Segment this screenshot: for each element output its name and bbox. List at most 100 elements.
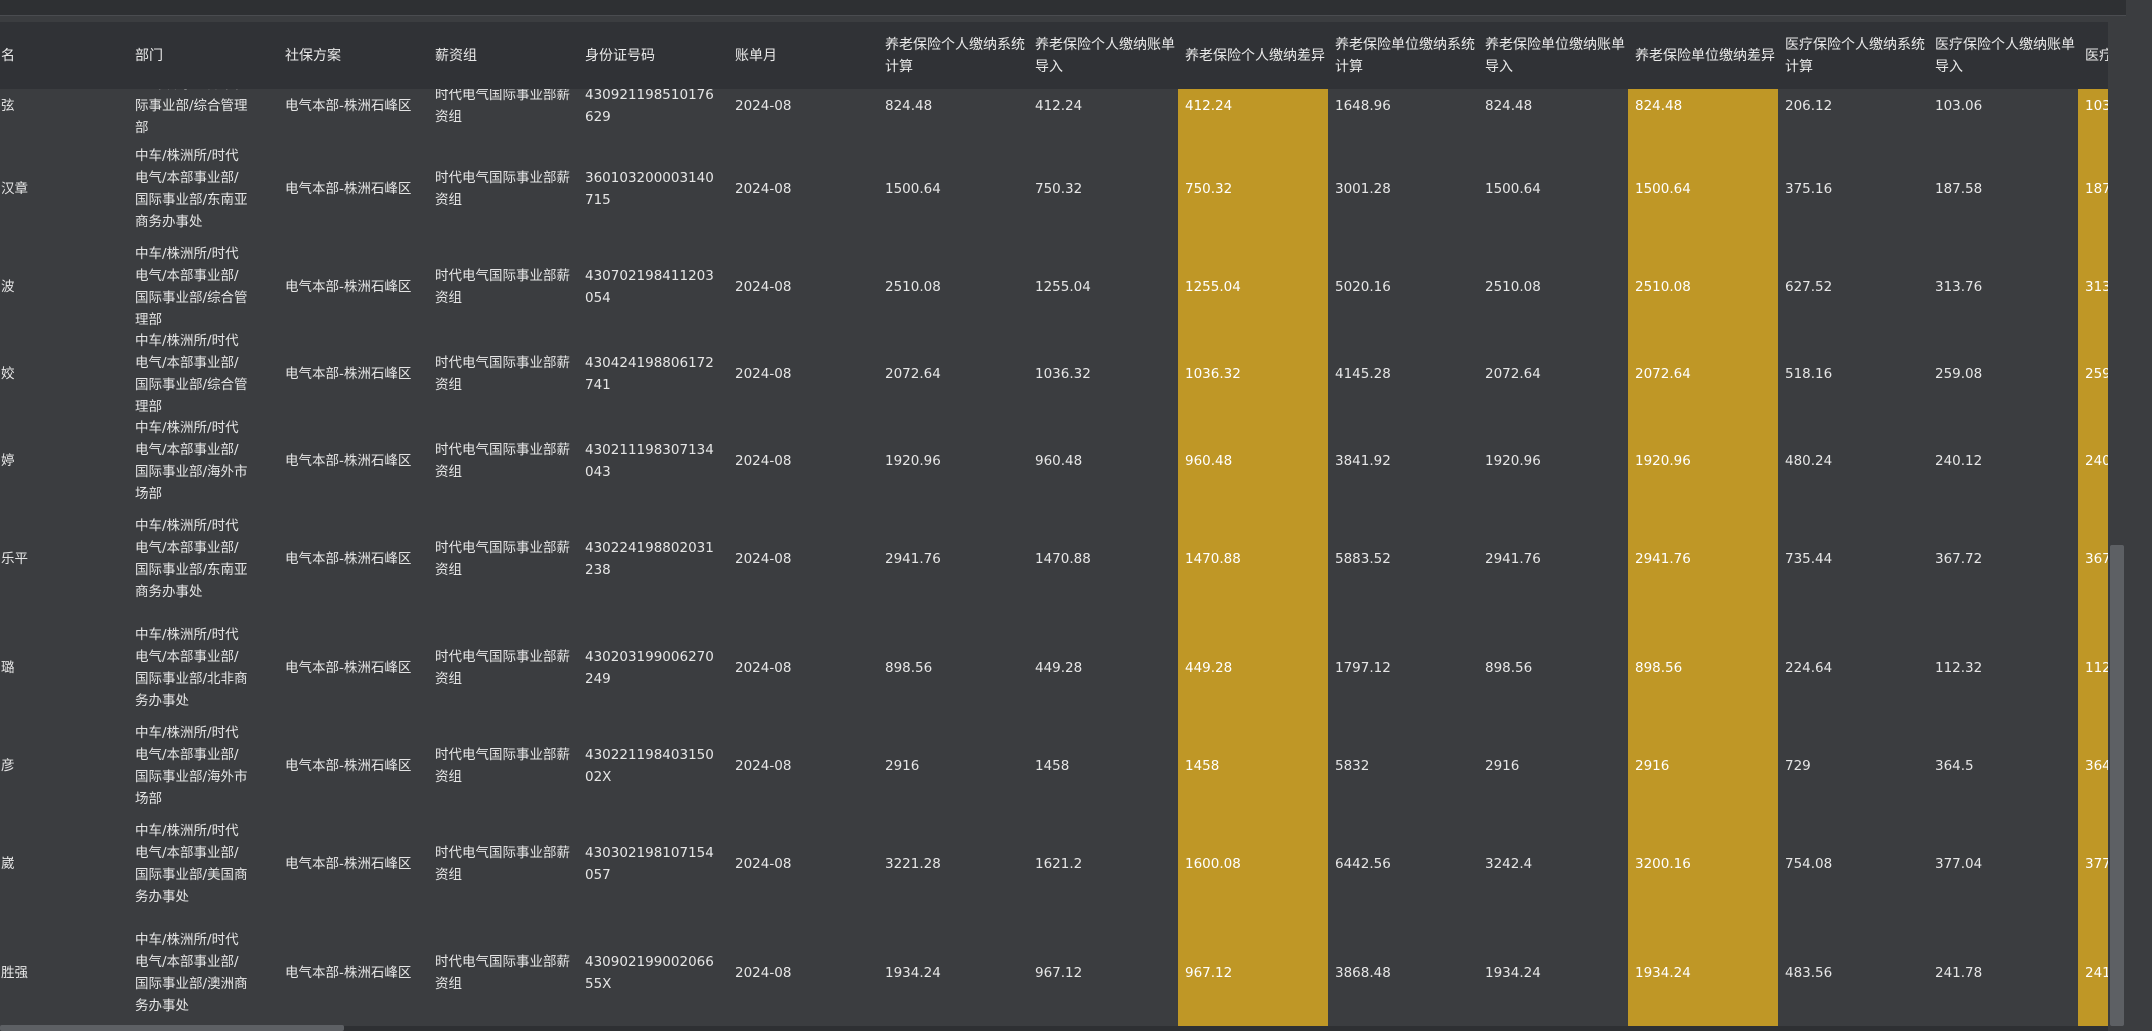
table-row[interactable]: 婷 中车/株洲所/时代电气/本部事业部/国际事业部/海外市场部 电气本部-株洲石峰区… xyxy=(0,417,2108,505)
header-social-scheme[interactable]: 社保方案 xyxy=(278,22,428,89)
cell-medical-personal-system-text: 729 xyxy=(1785,757,1811,774)
cell-department-text: 中车/株洲所/时代电气/本部事业部/国际事业部/澳洲商务办事处 xyxy=(135,931,248,1014)
cell-salary-group-text: 时代电气国际事业部薪资组 xyxy=(435,267,570,306)
cell-name: 乐平 xyxy=(0,504,128,613)
header-pension-personal-diff[interactable]: 养老保险个人缴纳差异 xyxy=(1178,22,1328,89)
cell-pension-unit-diff-text: 2916 xyxy=(1635,757,1670,774)
header-pension-personal-system[interactable]: 养老保险个人缴纳系统计算 xyxy=(878,22,1028,89)
cell-pension-personal-diff-text: 960.48 xyxy=(1185,452,1233,469)
cell-name-text: 胜强 xyxy=(1,964,28,981)
horizontal-scrollbar-thumb[interactable] xyxy=(0,1025,344,1031)
cell-salary-group-text: 时代电气国际事业部薪资组 xyxy=(435,746,570,785)
cell-medical-personal-system-text: 483.56 xyxy=(1785,964,1833,981)
cell-pension-personal-system-text: 2941.76 xyxy=(885,550,941,567)
cell-pension-unit-system-text: 5020.16 xyxy=(1335,278,1391,295)
cell-medical-personal-import: 313.76 xyxy=(1928,243,2078,330)
table-body[interactable]: 弦气/本部事业部/国际事业部/综合管理部电气本部-株洲石峰区时代电气国际事业部薪… xyxy=(0,89,2108,1026)
cell-medical-personal-system-text: 375.16 xyxy=(1785,180,1833,197)
cell-pension-personal-diff-text: 1600.08 xyxy=(1185,855,1241,872)
cell-pension-unit-diff: 1920.96 xyxy=(1628,417,1778,504)
cell-medical-personal-diff-text: 112.32 xyxy=(2085,659,2108,676)
cell-medical-personal-system-text: 627.52 xyxy=(1785,278,1833,295)
cell-social-scheme: 电气本部-株洲石峰区 xyxy=(278,330,428,417)
cell-social-scheme-text: 电气本部-株洲石峰区 xyxy=(285,180,412,197)
cell-department: 气/本部事业部/国际事业部/综合管理部 xyxy=(128,89,278,134)
table-row[interactable]: 崴 中车/株洲所/时代电气/本部事业部/国际事业部/美国商务办事处 电气本部-株洲石… xyxy=(0,809,2108,919)
cell-pension-unit-diff: 2941.76 xyxy=(1628,504,1778,613)
cell-pension-unit-system: 3868.48 xyxy=(1328,918,1478,1026)
cell-name-text: 姣 xyxy=(1,365,15,382)
cell-medical-personal-system: 375.16 xyxy=(1778,134,1928,243)
header-pension-unit-import[interactable]: 养老保险单位缴纳账单导入 xyxy=(1478,22,1628,89)
cell-pension-personal-import: 750.32 xyxy=(1028,134,1178,243)
cell-pension-unit-system-text: 1797.12 xyxy=(1335,659,1391,676)
table-row[interactable]: 弦 气/本部事业部/国际事业部/综合管理部 电气本部-株洲石峰区 时代电气国际事业部薪… xyxy=(0,89,2108,135)
cell-pension-personal-diff: 449.28 xyxy=(1178,613,1328,722)
cell-name-text: 弦 xyxy=(1,97,15,114)
cell-medical-personal-system-text: 735.44 xyxy=(1785,550,1833,567)
cell-pension-personal-diff: 960.48 xyxy=(1178,417,1328,504)
cell-department: 中车/株洲所/时代电气/本部事业部/国际事业部/综合管理部 xyxy=(128,243,278,330)
header-pension-unit-system[interactable]: 养老保险单位缴纳系统计算 xyxy=(1328,22,1478,89)
cell-bill-month-text: 2024-08 xyxy=(735,964,792,981)
table-row[interactable]: 波 中车/株洲所/时代电气/本部事业部/国际事业部/综合管理部 电气本部-株洲石峰区… xyxy=(0,243,2108,331)
header-medical-personal-system[interactable]: 医疗保险个人缴纳系统计算 xyxy=(1778,22,1928,89)
header-pension-personal-import[interactable]: 养老保险个人缴纳账单导入 xyxy=(1028,22,1178,89)
header-department[interactable]: 部门 xyxy=(128,22,278,89)
table-header: 名 部门 社保方案 薪资组 身份证号码 账单月 养老保险个人缴纳系统计算 养老保险个人缴纳账单… xyxy=(0,22,2152,90)
cell-pension-personal-diff: 1470.88 xyxy=(1178,504,1328,613)
header-pension-personal-import-label: 养老保险个人缴纳账单导入 xyxy=(1035,36,1175,75)
table-row[interactable]: 姣 中车/株洲所/时代电气/本部事业部/国际事业部/综合管理部 电气本部-株洲石峰区… xyxy=(0,330,2108,418)
cell-bill-month-text: 2024-08 xyxy=(735,180,792,197)
cell-pension-unit-diff-text: 1500.64 xyxy=(1635,180,1691,197)
header-pension-unit-diff[interactable]: 养老保险单位缴纳差异 xyxy=(1628,22,1778,89)
cell-pension-unit-import: 824.48 xyxy=(1478,89,1628,134)
table-row[interactable]: 胜强 中车/株洲所/时代电气/本部事业部/国际事业部/澳洲商务办事处 电气本部-株洲… xyxy=(0,918,2108,1026)
cell-pension-unit-import-text: 1500.64 xyxy=(1485,180,1541,197)
cell-medical-personal-diff-text: 241.78 xyxy=(2085,964,2108,981)
cell-department-text: 中车/株洲所/时代电气/本部事业部/国际事业部/美国商务办事处 xyxy=(135,822,248,905)
table-row[interactable]: 彦 中车/株洲所/时代电气/本部事业部/国际事业部/海外市场部 电气本部-株洲石峰区… xyxy=(0,722,2108,810)
table-row[interactable]: 璐 中车/株洲所/时代电气/本部事业部/国际事业部/北非商务办事处 电气本部-株洲石… xyxy=(0,613,2108,723)
cell-pension-personal-import-text: 412.24 xyxy=(1035,97,1083,114)
cell-pension-personal-diff: 1255.04 xyxy=(1178,243,1328,330)
cell-pension-unit-system-text: 3868.48 xyxy=(1335,964,1391,981)
cell-medical-personal-import-text: 112.32 xyxy=(1935,659,1983,676)
cell-pension-personal-system: 898.56 xyxy=(878,613,1028,722)
cell-bill-month: 2024-08 xyxy=(728,89,878,134)
table-row[interactable]: 乐平 中车/株洲所/时代电气/本部事业部/国际事业部/东南亚商务办事处 电气本部-株… xyxy=(0,504,2108,614)
cell-id-number: 43022119840315002X xyxy=(578,722,728,809)
cell-pension-unit-system-text: 4145.28 xyxy=(1335,365,1391,382)
cell-social-scheme: 电气本部-株洲石峰区 xyxy=(278,809,428,918)
header-id-number[interactable]: 身份证号码 xyxy=(578,22,728,89)
cell-pension-personal-import: 412.24 xyxy=(1028,89,1178,134)
cell-bill-month: 2024-08 xyxy=(728,330,878,417)
header-pension-unit-diff-label: 养老保险单位缴纳差异 xyxy=(1635,47,1775,64)
cell-department-text: 气/本部事业部/国际事业部/综合管理部 xyxy=(135,89,248,134)
cell-pension-personal-diff: 412.24 xyxy=(1178,89,1328,134)
header-name[interactable]: 名 xyxy=(0,22,128,89)
cell-name: 汉章 xyxy=(0,134,128,243)
cell-pension-unit-import: 3242.4 xyxy=(1478,809,1628,918)
cell-bill-month-text: 2024-08 xyxy=(735,97,792,114)
cell-id-number-text: 430211198307134043 xyxy=(585,441,714,480)
cell-medical-personal-diff: 259.08 xyxy=(2078,330,2108,417)
cell-medical-personal-import-text: 187.58 xyxy=(1935,180,1983,197)
cell-department-text: 中车/株洲所/时代电气/本部事业部/国际事业部/东南亚商务办事处 xyxy=(135,147,248,230)
cell-salary-group-text: 时代电气国际事业部薪资组 xyxy=(435,844,570,883)
table-row[interactable]: 汉章 中车/株洲所/时代电气/本部事业部/国际事业部/东南亚商务办事处 电气本部-株… xyxy=(0,134,2108,244)
vertical-scrollbar-thumb[interactable] xyxy=(2110,545,2124,1026)
cell-bill-month: 2024-08 xyxy=(728,243,878,330)
cell-pension-unit-import-text: 3242.4 xyxy=(1485,855,1533,872)
cell-pension-unit-import-text: 1920.96 xyxy=(1485,452,1541,469)
header-salary-group[interactable]: 薪资组 xyxy=(428,22,578,89)
cell-pension-unit-import-text: 2941.76 xyxy=(1485,550,1541,567)
header-medical-personal-import[interactable]: 医疗保险个人缴纳账单导入 xyxy=(1928,22,2078,89)
cell-pension-personal-import-text: 960.48 xyxy=(1035,452,1083,469)
cell-pension-personal-system-text: 1934.24 xyxy=(885,964,941,981)
header-pension-personal-system-label: 养老保险个人缴纳系统计算 xyxy=(885,36,1025,75)
header-bill-month[interactable]: 账单月 xyxy=(728,22,878,89)
cell-medical-personal-import: 259.08 xyxy=(1928,330,2078,417)
cell-pension-personal-system: 2510.08 xyxy=(878,243,1028,330)
cell-pension-personal-diff-text: 412.24 xyxy=(1185,97,1233,114)
